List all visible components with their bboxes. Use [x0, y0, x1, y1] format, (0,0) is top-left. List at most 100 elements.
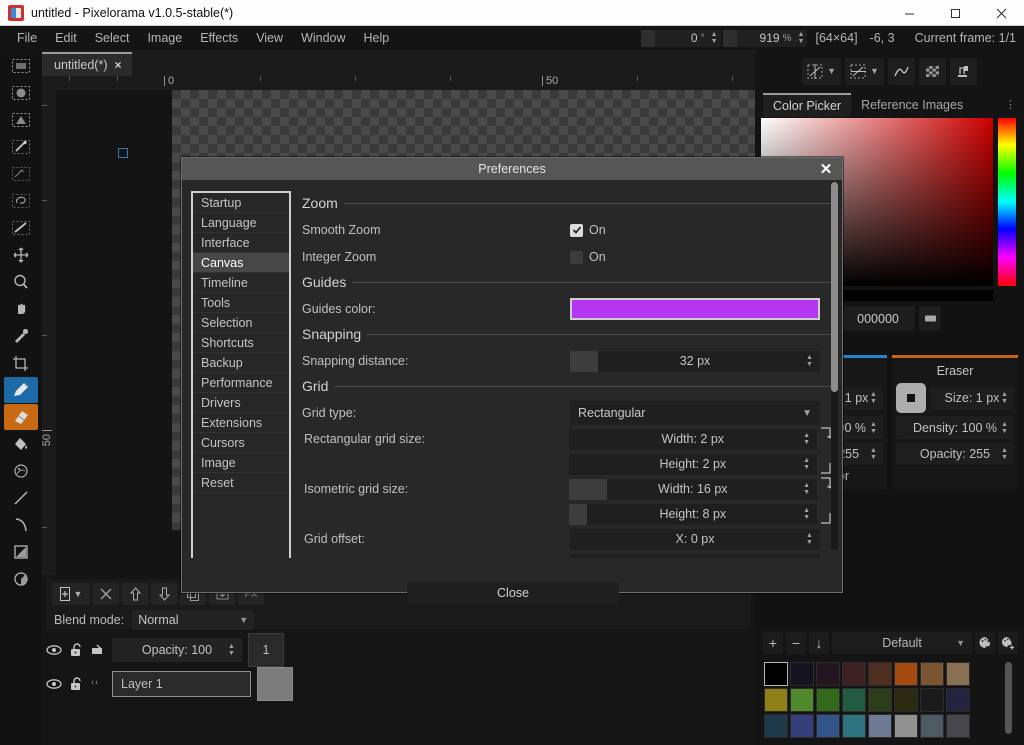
- magic-wand-tool[interactable]: [4, 134, 38, 160]
- palette-select[interactable]: Default ▼: [832, 632, 972, 654]
- grid-type-select[interactable]: Rectangular ▼: [570, 401, 820, 425]
- pref-nav-selection[interactable]: Selection: [193, 313, 289, 333]
- mirror-horizontal-button[interactable]: ▼: [802, 57, 841, 85]
- iso-grid-width-arrows[interactable]: ▲ ▼: [800, 481, 813, 498]
- grid-offset-x-arrows[interactable]: ▲ ▼: [803, 531, 816, 548]
- palette-swatch[interactable]: [842, 714, 866, 738]
- sort-colors-button[interactable]: ↓: [809, 632, 829, 654]
- rotation-arrows[interactable]: ▲ ▼: [708, 30, 721, 47]
- more-options-icon[interactable]: ⋮: [1005, 100, 1016, 111]
- dialog-scrollbar[interactable]: [831, 182, 838, 550]
- zoom-spinner[interactable]: 919 % ▲ ▼: [722, 29, 808, 47]
- palette-swatch[interactable]: [946, 662, 970, 686]
- pref-nav-extensions[interactable]: Extensions: [193, 413, 289, 433]
- unlocked-icon[interactable]: [68, 642, 84, 658]
- rect-grid-height-arrows[interactable]: ▲ ▼: [800, 456, 813, 473]
- visible-icon[interactable]: [46, 642, 62, 658]
- unlocked-icon[interactable]: [68, 676, 84, 692]
- opacity-arrows[interactable]: ▲ ▼: [225, 642, 238, 659]
- palette-swatch[interactable]: [790, 662, 814, 686]
- iso-grid-height-arrows[interactable]: ▲ ▼: [800, 506, 813, 523]
- pref-nav-language[interactable]: Language: [193, 213, 289, 233]
- close-button[interactable]: [978, 0, 1024, 26]
- palette-swatch[interactable]: [894, 688, 918, 712]
- tab-color-picker[interactable]: Color Picker: [763, 93, 852, 117]
- palette-swatch[interactable]: [764, 688, 788, 712]
- lasso-tool[interactable]: [4, 188, 38, 214]
- rect-grid-width-spinner[interactable]: Width: 2 px ▲ ▼: [568, 428, 818, 450]
- ellipse-shape-tool[interactable]: [4, 566, 38, 592]
- palette-swatch[interactable]: [842, 662, 866, 686]
- smooth-zoom-checkbox[interactable]: [570, 223, 583, 237]
- zoom-tool[interactable]: [4, 269, 38, 295]
- palette-scrollbar[interactable]: [1005, 662, 1012, 734]
- crop-tool[interactable]: [4, 350, 38, 376]
- link-chain-icon[interactable]: [90, 676, 106, 692]
- palette-swatch[interactable]: [894, 662, 918, 686]
- move-tool[interactable]: [4, 242, 38, 268]
- menu-edit[interactable]: Edit: [46, 26, 86, 50]
- maximize-button[interactable]: [932, 0, 978, 26]
- right-density-arrows[interactable]: ▲ ▼: [998, 419, 1011, 436]
- pref-nav-cursors[interactable]: Cursors: [193, 433, 289, 453]
- pref-nav-shortcuts[interactable]: Shortcuts: [193, 333, 289, 353]
- palette-swatch[interactable]: [842, 688, 866, 712]
- left-opacity-arrows[interactable]: ▲ ▼: [867, 445, 880, 462]
- blend-mode-select[interactable]: Normal ▼: [132, 610, 255, 630]
- layer-cel[interactable]: [257, 667, 293, 701]
- palette-swatch[interactable]: [816, 688, 840, 712]
- menu-image[interactable]: Image: [138, 26, 191, 50]
- pref-nav-backup[interactable]: Backup: [193, 353, 289, 373]
- pref-nav-interface[interactable]: Interface: [193, 233, 289, 253]
- mirror-vertical-button[interactable]: ▼: [845, 57, 884, 85]
- hex-color-field[interactable]: 000000: [841, 306, 915, 331]
- rotation-spinner[interactable]: 0 ° ▲ ▼: [640, 29, 721, 47]
- layer-row-layer1[interactable]: Layer 1: [46, 667, 293, 701]
- pref-nav-startup[interactable]: Startup: [193, 193, 289, 213]
- canvas-tab-untitled[interactable]: untitled(*) ×: [42, 52, 132, 76]
- right-brush-preview[interactable]: [896, 383, 926, 413]
- palette-swatch[interactable]: [920, 714, 944, 738]
- iso-grid-width-spinner[interactable]: Width: 16 px ▲ ▼: [568, 478, 818, 500]
- palette-swatch[interactable]: [868, 714, 892, 738]
- menu-effects[interactable]: Effects: [191, 26, 247, 50]
- dialog-scrollbar-thumb[interactable]: [831, 182, 838, 392]
- close-icon[interactable]: ×: [115, 58, 122, 72]
- palette-swatch[interactable]: [764, 662, 788, 686]
- screen-color-picker-button[interactable]: [919, 306, 941, 331]
- curve-tool[interactable]: [4, 512, 38, 538]
- remove-color-button[interactable]: −: [786, 632, 806, 654]
- dialog-close-button[interactable]: Close: [407, 582, 619, 604]
- minimize-button[interactable]: [886, 0, 932, 26]
- palette-swatch[interactable]: [920, 688, 944, 712]
- hue-slider[interactable]: [998, 118, 1016, 286]
- right-density-field[interactable]: Density: 100 % ▲ ▼: [896, 416, 1014, 439]
- pref-nav-canvas[interactable]: Canvas: [193, 253, 289, 273]
- palette-swatch[interactable]: [946, 714, 970, 738]
- iso-grid-height-spinner[interactable]: Height: 8 px ▲ ▼: [568, 503, 818, 525]
- snapping-arrows[interactable]: ▲ ▼: [803, 353, 816, 370]
- pref-nav-performance[interactable]: Performance: [193, 373, 289, 393]
- select-by-color-tool[interactable]: [4, 161, 38, 187]
- rectangle-shape-tool[interactable]: [4, 539, 38, 565]
- palette-swatch[interactable]: [790, 688, 814, 712]
- linked-icon[interactable]: [90, 642, 106, 658]
- rect-grid-height-spinner[interactable]: Height: 2 px ▲ ▼: [568, 453, 818, 475]
- palette-swatch[interactable]: [868, 662, 892, 686]
- pref-nav-image[interactable]: Image: [193, 453, 289, 473]
- alpha-lock-button[interactable]: [918, 57, 946, 85]
- pref-nav-timeline[interactable]: Timeline: [193, 273, 289, 293]
- tab-reference-images[interactable]: Reference Images: [851, 93, 973, 117]
- left-density-arrows[interactable]: ▲ ▼: [867, 419, 880, 436]
- visible-icon[interactable]: [46, 676, 62, 692]
- right-size-arrows[interactable]: ▲ ▼: [998, 390, 1011, 407]
- add-color-button[interactable]: +: [763, 632, 783, 654]
- tool-preview-button[interactable]: [949, 57, 977, 85]
- add-layer-button[interactable]: ▼: [52, 583, 90, 605]
- integer-zoom-checkbox[interactable]: [570, 250, 583, 264]
- rectangle-select-tool[interactable]: [4, 53, 38, 79]
- palette-new-icon[interactable]: [998, 632, 1018, 654]
- menu-help[interactable]: Help: [355, 26, 399, 50]
- dialog-close-icon[interactable]: ✕: [816, 158, 836, 180]
- palette-edit-icon[interactable]: [975, 632, 995, 654]
